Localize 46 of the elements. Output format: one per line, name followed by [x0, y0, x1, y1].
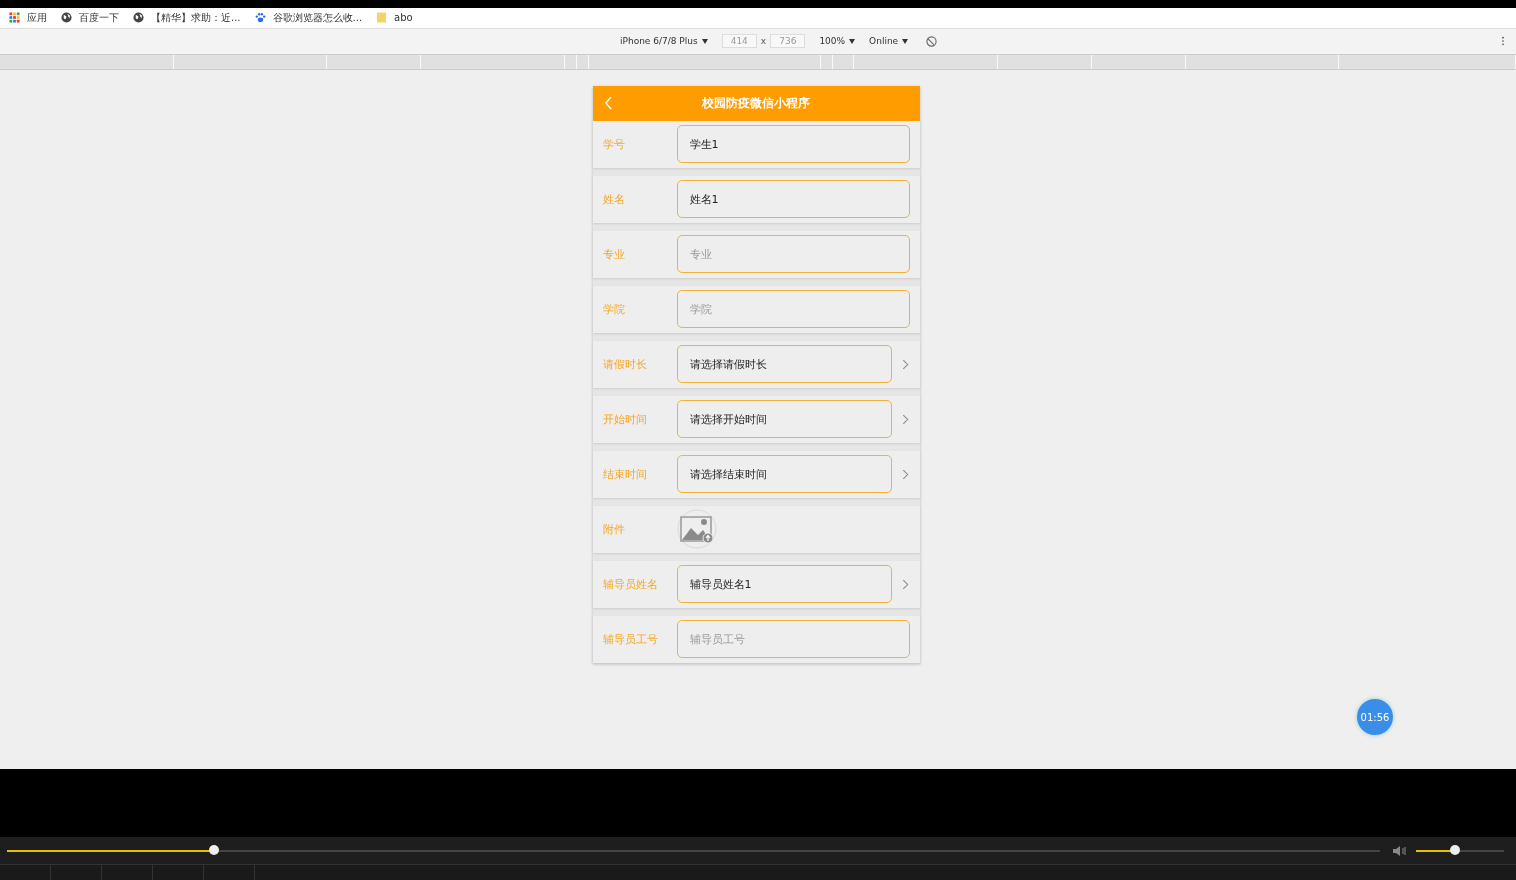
- input-field[interactable]: 姓名1: [676, 180, 910, 219]
- field-label: 专业: [602, 246, 626, 262]
- bookmark[interactable]: 应用: [9, 10, 47, 25]
- bookmark[interactable]: abo: [376, 12, 413, 24]
- dropdown-arrow-icon: [701, 38, 708, 44]
- input-field[interactable]: 辅导员工号: [676, 620, 910, 659]
- image-upload-icon[interactable]: [676, 509, 717, 550]
- bookmark[interactable]: 百度一下: [61, 10, 119, 25]
- field-label: 结束时间: [602, 466, 648, 482]
- chevron-right-icon[interactable]: [901, 358, 909, 370]
- globe-icon: [61, 12, 72, 24]
- folder-icon: [376, 12, 388, 24]
- picker-field[interactable]: 请选择结束时间: [676, 455, 892, 494]
- field-label: 学号: [602, 136, 626, 152]
- field-label: 开始时间: [602, 411, 648, 427]
- chevron-right-icon[interactable]: [901, 468, 909, 480]
- zoom-dropdown[interactable]: 100%: [819, 36, 846, 47]
- dropdown-arrow-icon: [902, 38, 909, 44]
- paw-icon: [254, 12, 266, 24]
- field-label: 辅导员工号: [602, 631, 659, 647]
- dropdown-arrow-icon: [849, 38, 856, 44]
- field-label: 附件: [602, 521, 626, 537]
- picker-field[interactable]: 请选择开始时间: [676, 400, 892, 439]
- input-field[interactable]: 学生1: [676, 125, 910, 164]
- bookmark[interactable]: 【精华】求助：近...: [133, 10, 241, 25]
- chevron-right-icon[interactable]: [901, 413, 909, 425]
- network-dropdown[interactable]: Online: [869, 36, 899, 47]
- picker-field[interactable]: 请选择请假时长: [676, 345, 892, 384]
- speaker-icon[interactable]: [1392, 844, 1408, 857]
- chevron-right-icon[interactable]: [901, 578, 909, 590]
- input-field[interactable]: 学院: [676, 290, 910, 329]
- globe-icon: [133, 12, 144, 24]
- back-icon[interactable]: [603, 96, 613, 111]
- field-label: 学院: [602, 301, 626, 317]
- rotate-icon[interactable]: [926, 35, 938, 47]
- more-menu-icon[interactable]: [1501, 36, 1505, 47]
- app-title: 校园防疫微信小程序: [702, 94, 810, 112]
- bookmark[interactable]: 谷歌浏览器怎么收...: [254, 10, 363, 25]
- times-sign: x: [760, 36, 767, 47]
- field-label: 姓名: [602, 191, 626, 207]
- picker-field[interactable]: 辅导员姓名1: [676, 565, 892, 604]
- field-label: 辅导员姓名: [602, 576, 659, 592]
- field-label: 请假时长: [602, 356, 648, 372]
- device-dropdown[interactable]: iPhone 6/7/8 Plus: [620, 36, 698, 47]
- apps-grid-icon: [9, 12, 20, 24]
- input-field[interactable]: 专业: [676, 235, 910, 274]
